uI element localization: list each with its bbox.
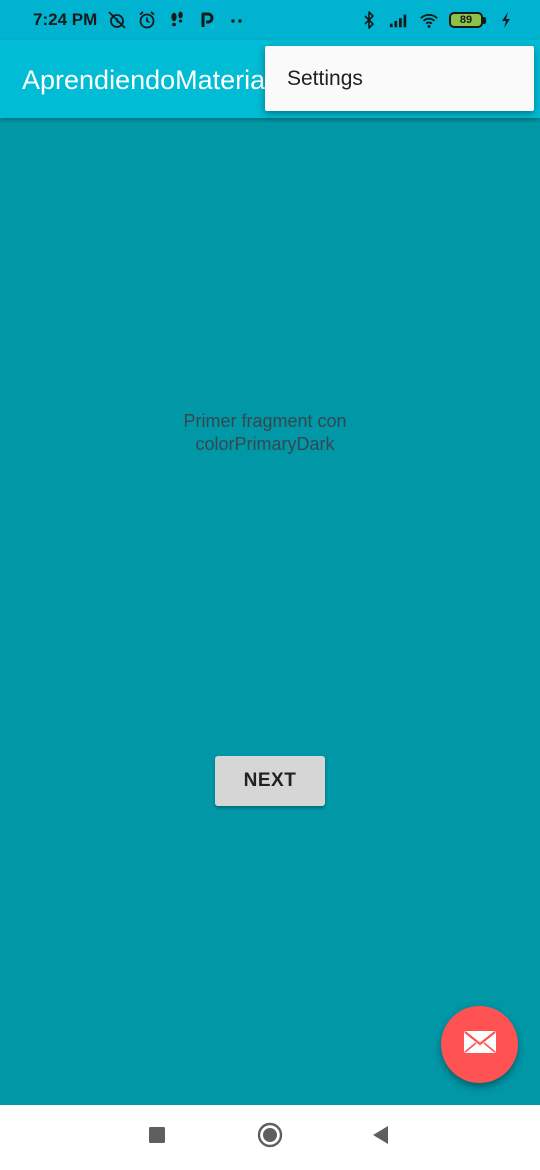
- email-icon: [463, 1030, 497, 1059]
- battery-level: 89: [449, 12, 483, 28]
- charging-bolt-icon: [496, 10, 516, 30]
- back-button[interactable]: [358, 1105, 402, 1170]
- alarm-off-icon: [107, 10, 127, 30]
- recents-button[interactable]: [135, 1105, 179, 1170]
- wifi-icon: [419, 10, 439, 30]
- email-fab-button[interactable]: [441, 1006, 518, 1083]
- navigation-bar: [0, 1105, 540, 1170]
- footsteps-icon: [167, 10, 187, 30]
- alarm-icon: [137, 10, 157, 30]
- parking-p-icon: [197, 10, 217, 30]
- bluetooth-icon: [359, 10, 379, 30]
- status-right: 89: [359, 0, 516, 40]
- home-button[interactable]: [248, 1105, 292, 1170]
- back-triangle-icon: [371, 1125, 389, 1150]
- status-left: 7:24 PM: [33, 0, 247, 40]
- status-time: 7:24 PM: [33, 10, 98, 29]
- battery-cap: [483, 16, 486, 24]
- recents-square-icon: [148, 1126, 166, 1149]
- next-button[interactable]: NEXT: [215, 756, 325, 806]
- fragment-text: Primer fragment con colorPrimaryDark: [183, 411, 347, 454]
- status-bar: 7:24 PM 89: [0, 0, 540, 40]
- more-dots-icon: [227, 10, 247, 30]
- menu-item-settings[interactable]: Settings: [265, 46, 534, 111]
- app-title: AprendiendoMateria: [22, 65, 266, 95]
- battery-indicator: 89: [449, 12, 486, 28]
- overflow-menu: Settings: [265, 46, 534, 111]
- signal-icon: [389, 10, 409, 30]
- home-circle-icon: [257, 1122, 283, 1153]
